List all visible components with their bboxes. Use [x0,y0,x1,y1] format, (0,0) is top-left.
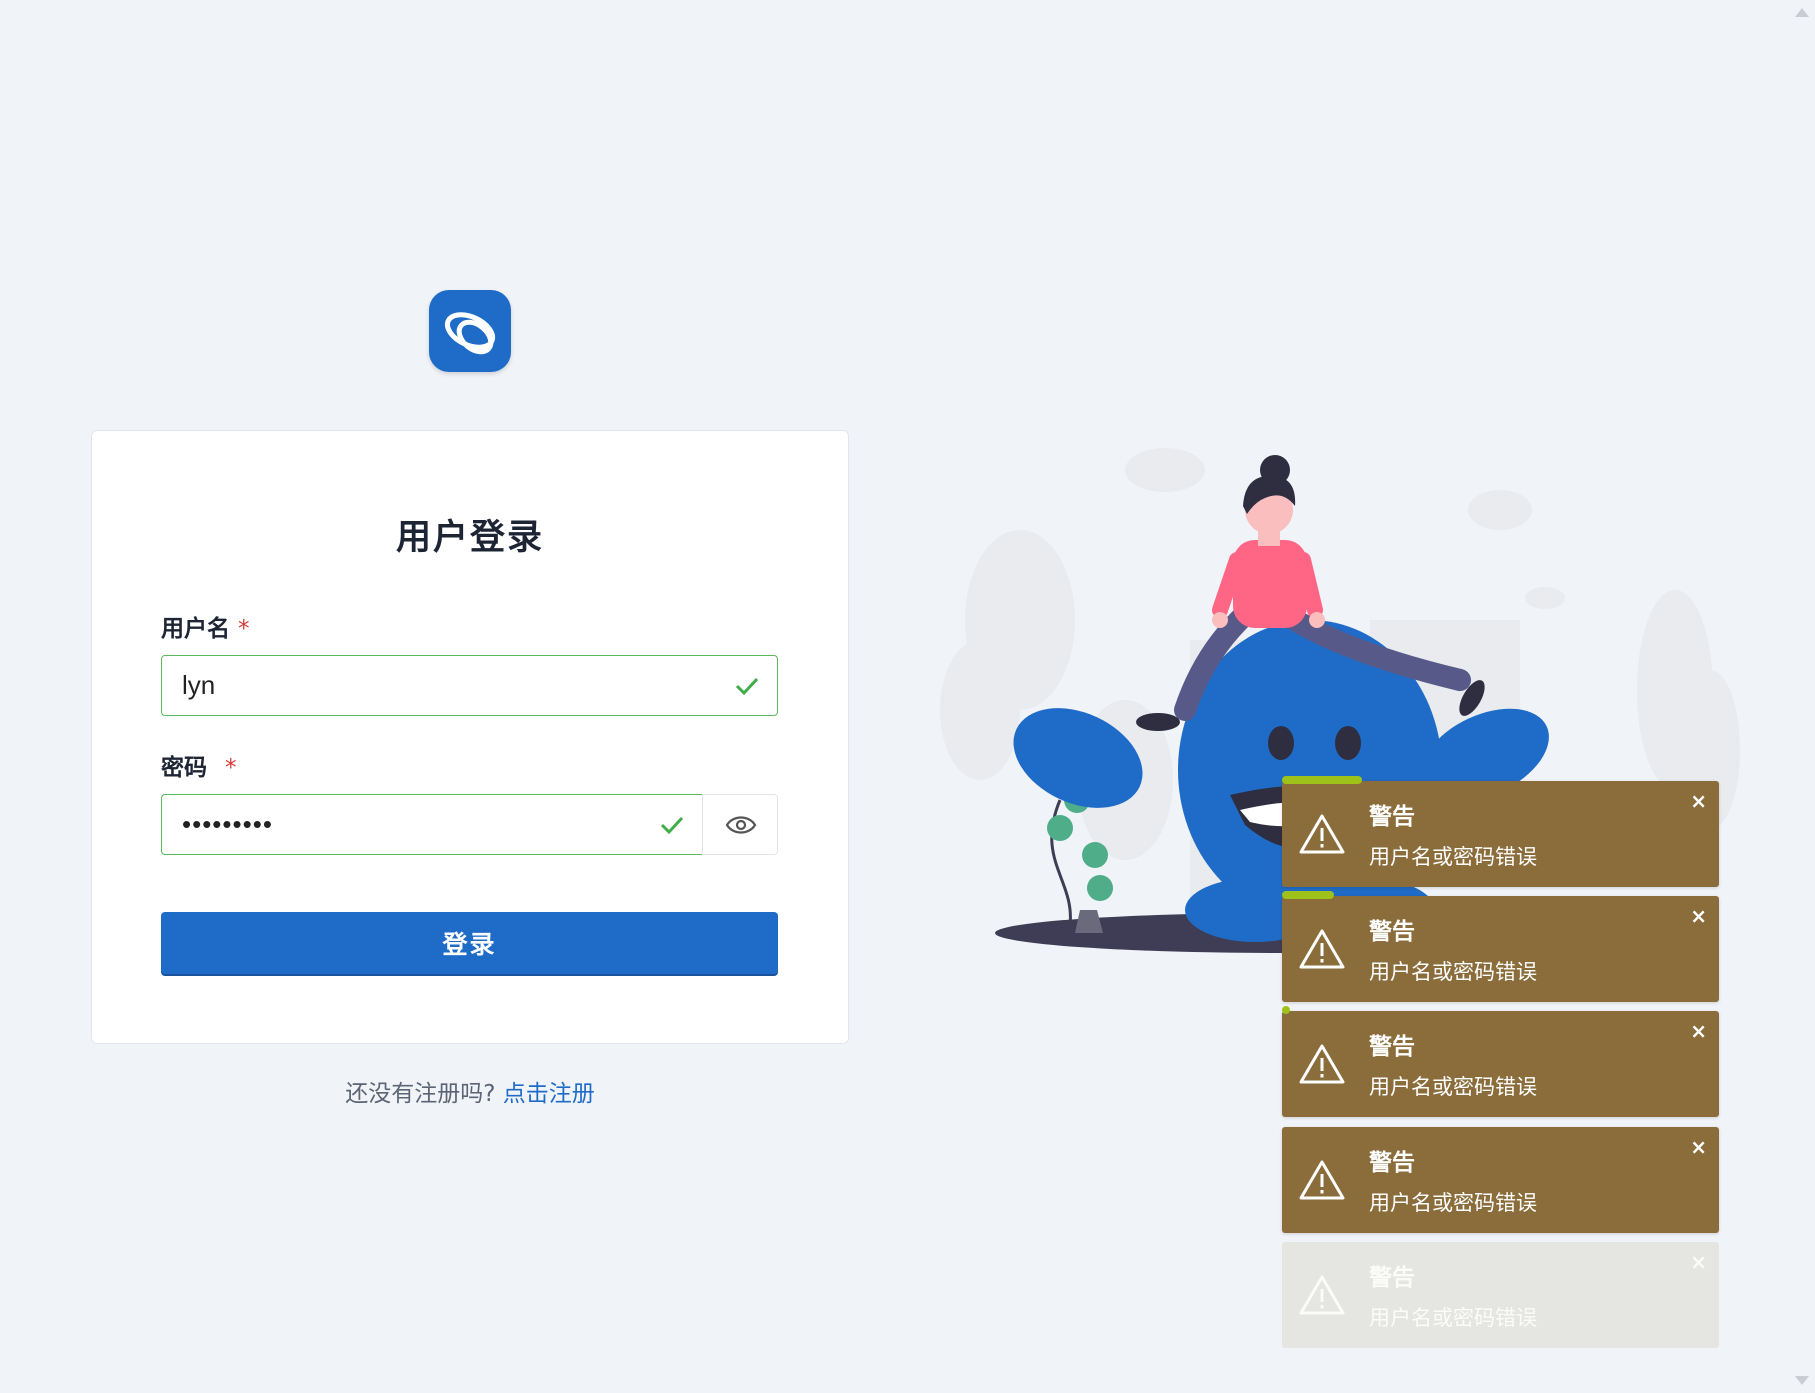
app-logo [429,290,511,372]
username-field[interactable] [161,655,778,716]
login-button[interactable]: 登录 [161,912,778,974]
toast-timer-bar [1282,891,1334,899]
toast-title: 警告 [1369,1150,1415,1176]
warning-toast[interactable]: 警告 用户名或密码错误 × [1282,1006,1719,1117]
toast-message: 用户名或密码错误 [1369,1191,1537,1215]
password-label: 密码 * [161,748,237,782]
close-icon[interactable]: × [1690,1135,1707,1159]
eye-icon [725,816,757,834]
login-card: 用户登录 用户名 * 密码 * 登录 [91,430,849,1044]
username-label: 用户名 * [161,609,250,643]
password-input[interactable] [182,795,614,853]
username-input[interactable] [182,656,674,714]
login-title: 用户登录 [395,518,544,558]
warning-toast[interactable]: 警告 用户名或密码错误 × [1282,1242,1719,1348]
password-label-text: 密码 [161,755,207,781]
toast-timer-bar [1282,1006,1290,1014]
password-field[interactable] [161,794,702,855]
warning-icon [1299,814,1345,854]
toast-title: 警告 [1369,1034,1415,1060]
toast-message: 用户名或密码错误 [1369,1075,1537,1099]
toast-message: 用户名或密码错误 [1369,1306,1537,1330]
toast-message: 用户名或密码错误 [1369,845,1537,869]
toast-title: 警告 [1369,1265,1415,1291]
warning-icon [1299,1044,1345,1084]
warning-toast[interactable]: 警告 用户名或密码错误 × [1282,1127,1719,1233]
toast-title: 警告 [1369,919,1415,945]
close-icon[interactable]: × [1690,1250,1707,1274]
username-label-text: 用户名 [161,616,230,642]
check-icon [735,677,759,696]
scroll-up-arrow[interactable] [1795,8,1809,17]
close-icon[interactable]: × [1690,1019,1707,1043]
toast-title: 警告 [1369,804,1415,830]
warning-icon [1299,929,1345,969]
toast-timer-bar [1282,776,1362,784]
warning-icon [1299,1275,1345,1315]
scroll-down-arrow[interactable] [1795,1376,1809,1385]
register-prompt: 还没有注册吗? 点击注册 [0,1074,940,1108]
warning-toast[interactable]: 警告 用户名或密码错误 × [1282,891,1719,1002]
login-page: 用户登录 用户名 * 密码 * 登录 还没有注册吗? [0,0,1815,1393]
warning-toast[interactable]: 警告 用户名或密码错误 × [1282,776,1719,887]
warning-icon [1299,1160,1345,1200]
close-icon[interactable]: × [1690,904,1707,928]
check-icon [660,816,684,835]
close-icon[interactable]: × [1690,789,1707,813]
toggle-password-button[interactable] [702,794,778,855]
register-link[interactable]: 点击注册 [503,1081,595,1107]
required-mark: * [225,755,237,781]
toast-message: 用户名或密码错误 [1369,960,1537,984]
required-mark: * [238,616,250,642]
register-text: 还没有注册吗? [345,1081,496,1107]
